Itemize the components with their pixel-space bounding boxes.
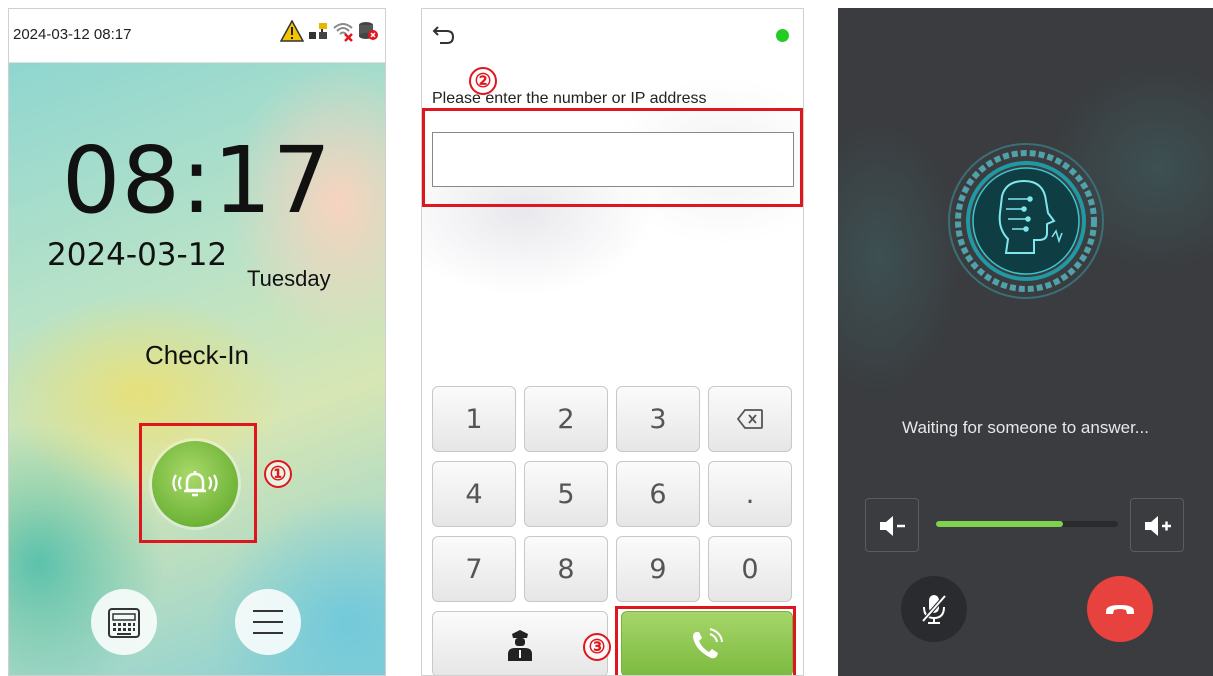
security-guard-icon: [508, 630, 532, 661]
status-icons: [280, 20, 379, 42]
main-menu-button[interactable]: [235, 589, 301, 655]
status-datetime: 2024-03-12 08:17: [13, 26, 132, 43]
warning-icon: [280, 20, 304, 42]
key-4[interactable]: 4: [432, 461, 516, 527]
key-3[interactable]: 3: [616, 386, 700, 452]
network-icon: [309, 23, 327, 39]
volume-level: [936, 521, 1064, 527]
status-bar: 2024-03-12 08:17: [9, 9, 385, 63]
key-6[interactable]: 6: [616, 461, 700, 527]
key-1[interactable]: 1: [432, 386, 516, 452]
keyboard-button[interactable]: [91, 589, 157, 655]
calling-panel: Waiting for someone to answer...: [838, 8, 1213, 676]
main-screen-panel: 2024-03-12 08:17 08:17 2024-03-12 Tuesda…: [8, 8, 386, 676]
menu-icon: [253, 610, 283, 634]
backspace-icon: [736, 409, 763, 429]
key-5[interactable]: 5: [524, 461, 608, 527]
hang-up-icon: [1106, 605, 1134, 614]
highlight-input: [422, 108, 803, 207]
key-2[interactable]: 2: [524, 386, 608, 452]
top-bar: [422, 9, 803, 61]
step-marker-2: ②: [469, 67, 497, 95]
input-prompt: Please enter the number or IP address: [432, 90, 707, 107]
key-dot[interactable]: .: [708, 461, 792, 527]
wifi-off-icon: [333, 23, 353, 42]
volume-slider[interactable]: [936, 521, 1118, 527]
step-marker-1: ①: [264, 460, 292, 488]
call-guard-button[interactable]: [432, 611, 608, 675]
hang-up-button[interactable]: [1087, 576, 1153, 642]
weekday-display: Tuesday: [247, 266, 331, 291]
calling-avatar-icon: [948, 143, 1104, 299]
key-0[interactable]: 0: [708, 536, 792, 602]
mic-off-icon: [921, 594, 947, 624]
attendance-mode-label: Check-In: [144, 340, 250, 370]
volume-down-icon: [880, 516, 905, 536]
background-network: [838, 8, 1213, 676]
database-icon: [359, 22, 378, 40]
back-icon[interactable]: [432, 23, 456, 45]
key-8[interactable]: 8: [524, 536, 608, 602]
clock-display: 08:17: [61, 127, 333, 234]
key-9[interactable]: 9: [616, 536, 700, 602]
highlight-call: [615, 606, 796, 675]
keyboard-icon: [108, 608, 140, 638]
step-marker-3: ③: [583, 633, 611, 661]
volume-up-icon: [1145, 516, 1171, 536]
online-status-dot: [776, 29, 789, 42]
highlight-doorbell: [139, 423, 257, 543]
volume-up-button[interactable]: [1130, 498, 1184, 552]
call-status-text: Waiting for someone to answer...: [902, 418, 1149, 437]
mute-button[interactable]: [901, 576, 967, 642]
dialpad-panel: Please enter the number or IP address ② …: [421, 8, 804, 676]
key-7[interactable]: 7: [432, 536, 516, 602]
date-display: 2024-03-12: [47, 237, 228, 273]
volume-down-button[interactable]: [865, 498, 919, 552]
backspace-key[interactable]: [708, 386, 792, 452]
